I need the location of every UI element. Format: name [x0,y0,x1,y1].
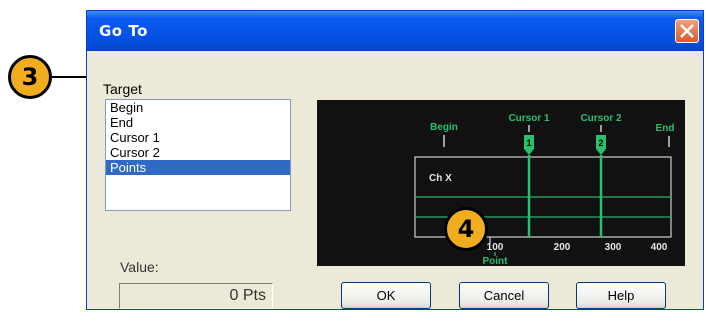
dialog-title: Go To [99,22,148,40]
cancel-button[interactable]: Cancel [459,282,549,309]
marker-cursor1-label: Cursor 1 [508,113,550,124]
cancel-button-label: Cancel [483,288,525,303]
axis-tick-label-200: 200 [554,242,571,253]
list-item-cursor-1[interactable]: Cursor 1 [106,130,290,145]
list-item-begin[interactable]: Begin [106,100,290,115]
list-item-end[interactable]: End [106,115,290,130]
axis-tick-label-300: 300 [605,242,622,253]
axis-tick-label-400: 400 [651,242,668,253]
axis-point-label: Point [483,256,509,266]
target-label: Target [103,81,142,97]
help-button[interactable]: Help [576,282,666,309]
callout-badge-4: 4 [444,207,488,251]
callout-badge-3: 3 [8,55,52,99]
cursor2-pointer [596,149,606,155]
cursor1-badge: 1 [526,138,531,148]
axis-tick-label-100: 100 [487,242,504,253]
marker-begin-label: Begin [430,122,458,133]
cursor1-pointer [524,149,534,155]
ok-button[interactable]: OK [341,282,431,309]
marker-cursor2-label: Cursor 2 [580,113,622,124]
value-field[interactable]: 0 Pts [119,283,273,309]
close-button[interactable] [675,19,699,43]
title-bar: Go To [87,11,703,51]
ok-button-label: OK [376,288,396,303]
target-listbox[interactable]: Begin End Cursor 1 Cursor 2 Points [105,99,291,211]
list-item-cursor-2[interactable]: Cursor 2 [106,145,290,160]
go-to-dialog: Go To Target Begin End Cursor 1 Cursor 2… [86,10,704,310]
marker-end-label: End [656,123,675,134]
close-icon [680,24,694,38]
position-preview: Begin Cursor 1 1 Cursor 2 2 End Ch X 100… [317,100,685,266]
channel-label: Ch X [429,173,452,184]
help-button-label: Help [607,288,635,303]
cursor2-badge: 2 [598,138,603,148]
value-label: Value: [120,259,159,275]
list-item-points[interactable]: Points [106,160,290,175]
